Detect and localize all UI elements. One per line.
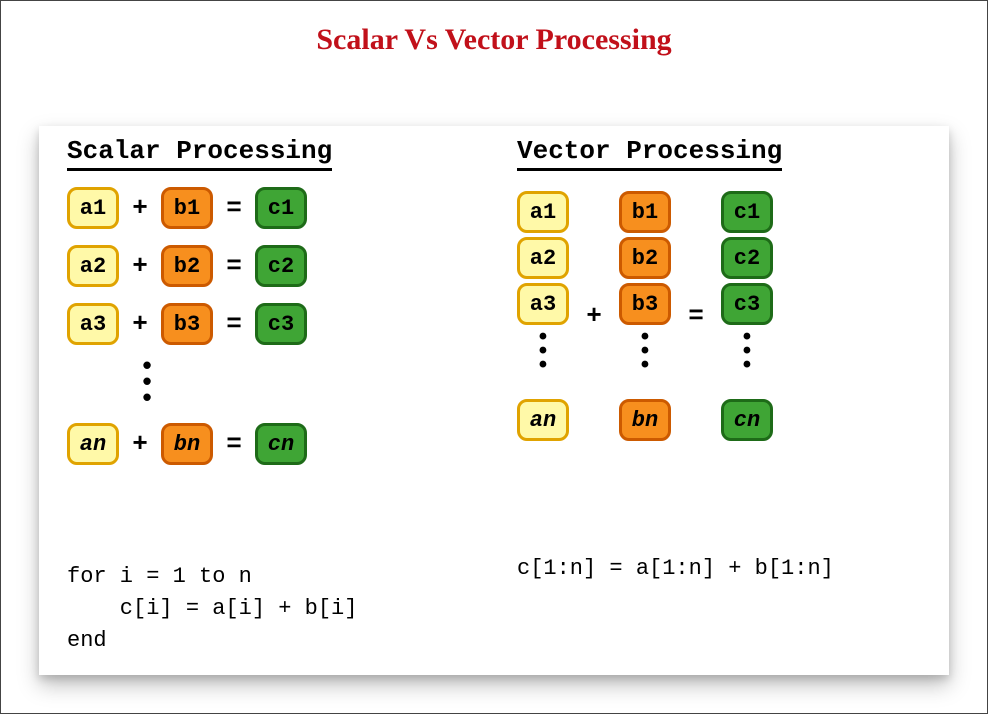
code-line: c[i] = a[i] + b[i] bbox=[67, 596, 357, 621]
vector-equation: a1 a2 a3 ••• an + b1 b2 b3 ••• bn = bbox=[517, 191, 921, 441]
equals-icon: = bbox=[679, 301, 713, 331]
plus-icon: + bbox=[123, 251, 157, 281]
vector-c2-cell: c2 bbox=[721, 237, 773, 279]
code-line: end bbox=[67, 628, 107, 653]
scalar-c2-cell: c2 bbox=[255, 245, 307, 287]
scalar-c3-cell: c3 bbox=[255, 303, 307, 345]
vector-an-cell: an bbox=[517, 399, 569, 441]
vector-b-ellipsis: ••• bbox=[619, 329, 671, 379]
vector-a3-cell: a3 bbox=[517, 283, 569, 325]
equals-icon: = bbox=[217, 251, 251, 281]
scalar-a3-cell: a3 bbox=[67, 303, 119, 345]
scalar-b1-cell: b1 bbox=[161, 187, 213, 229]
plus-icon: + bbox=[123, 309, 157, 339]
vector-a1-cell: a1 bbox=[517, 191, 569, 233]
vector-c1-cell: c1 bbox=[721, 191, 773, 233]
equals-icon: = bbox=[217, 309, 251, 339]
scalar-a2-cell: a2 bbox=[67, 245, 119, 287]
vector-b-column: b1 b2 b3 ••• bn bbox=[619, 191, 671, 441]
scalar-column: Scalar Processing a1 + b1 = c1 a2 + b2 =… bbox=[67, 136, 487, 663]
plus-icon: + bbox=[577, 301, 611, 331]
vector-a-column: a1 a2 a3 ••• an bbox=[517, 191, 569, 441]
code-line: for i = 1 to n bbox=[67, 564, 252, 589]
scalar-row-2: a2 + b2 = c2 bbox=[67, 245, 487, 287]
equals-icon: = bbox=[217, 193, 251, 223]
vector-a2-cell: a2 bbox=[517, 237, 569, 279]
vector-c-column: c1 c2 c3 ••• cn bbox=[721, 191, 773, 441]
scalar-row-3: a3 + b3 = c3 bbox=[67, 303, 487, 345]
content-card: Scalar Processing a1 + b1 = c1 a2 + b2 =… bbox=[39, 126, 949, 675]
vector-b3-cell: b3 bbox=[619, 283, 671, 325]
vector-c3-cell: c3 bbox=[721, 283, 773, 325]
vector-b1-cell: b1 bbox=[619, 191, 671, 233]
scalar-an-cell: an bbox=[67, 423, 119, 465]
scalar-cn-cell: cn bbox=[255, 423, 307, 465]
vector-code: c[1:n] = a[1:n] + b[1:n] bbox=[517, 553, 834, 585]
scalar-row-1: a1 + b1 = c1 bbox=[67, 187, 487, 229]
vector-heading: Vector Processing bbox=[517, 136, 782, 171]
scalar-b2-cell: b2 bbox=[161, 245, 213, 287]
scalar-b3-cell: b3 bbox=[161, 303, 213, 345]
page-title: Scalar Vs Vector Processing bbox=[1, 23, 987, 57]
vector-c-ellipsis: ••• bbox=[721, 329, 773, 379]
vector-column: Vector Processing a1 a2 a3 ••• an + b1 b… bbox=[487, 136, 921, 663]
scalar-row-n: an + bn = cn bbox=[67, 423, 487, 465]
scalar-ellipsis: ••• bbox=[67, 361, 227, 409]
vector-cn-cell: cn bbox=[721, 399, 773, 441]
plus-icon: + bbox=[123, 429, 157, 459]
scalar-heading: Scalar Processing bbox=[67, 136, 332, 171]
scalar-a1-cell: a1 bbox=[67, 187, 119, 229]
scalar-code: for i = 1 to n c[i] = a[i] + b[i] end bbox=[67, 561, 357, 657]
vector-bn-cell: bn bbox=[619, 399, 671, 441]
vector-a-ellipsis: ••• bbox=[517, 329, 569, 379]
vector-b2-cell: b2 bbox=[619, 237, 671, 279]
equals-icon: = bbox=[217, 429, 251, 459]
scalar-c1-cell: c1 bbox=[255, 187, 307, 229]
diagram-frame: Scalar Vs Vector Processing Scalar Proce… bbox=[0, 0, 988, 714]
plus-icon: + bbox=[123, 193, 157, 223]
scalar-bn-cell: bn bbox=[161, 423, 213, 465]
